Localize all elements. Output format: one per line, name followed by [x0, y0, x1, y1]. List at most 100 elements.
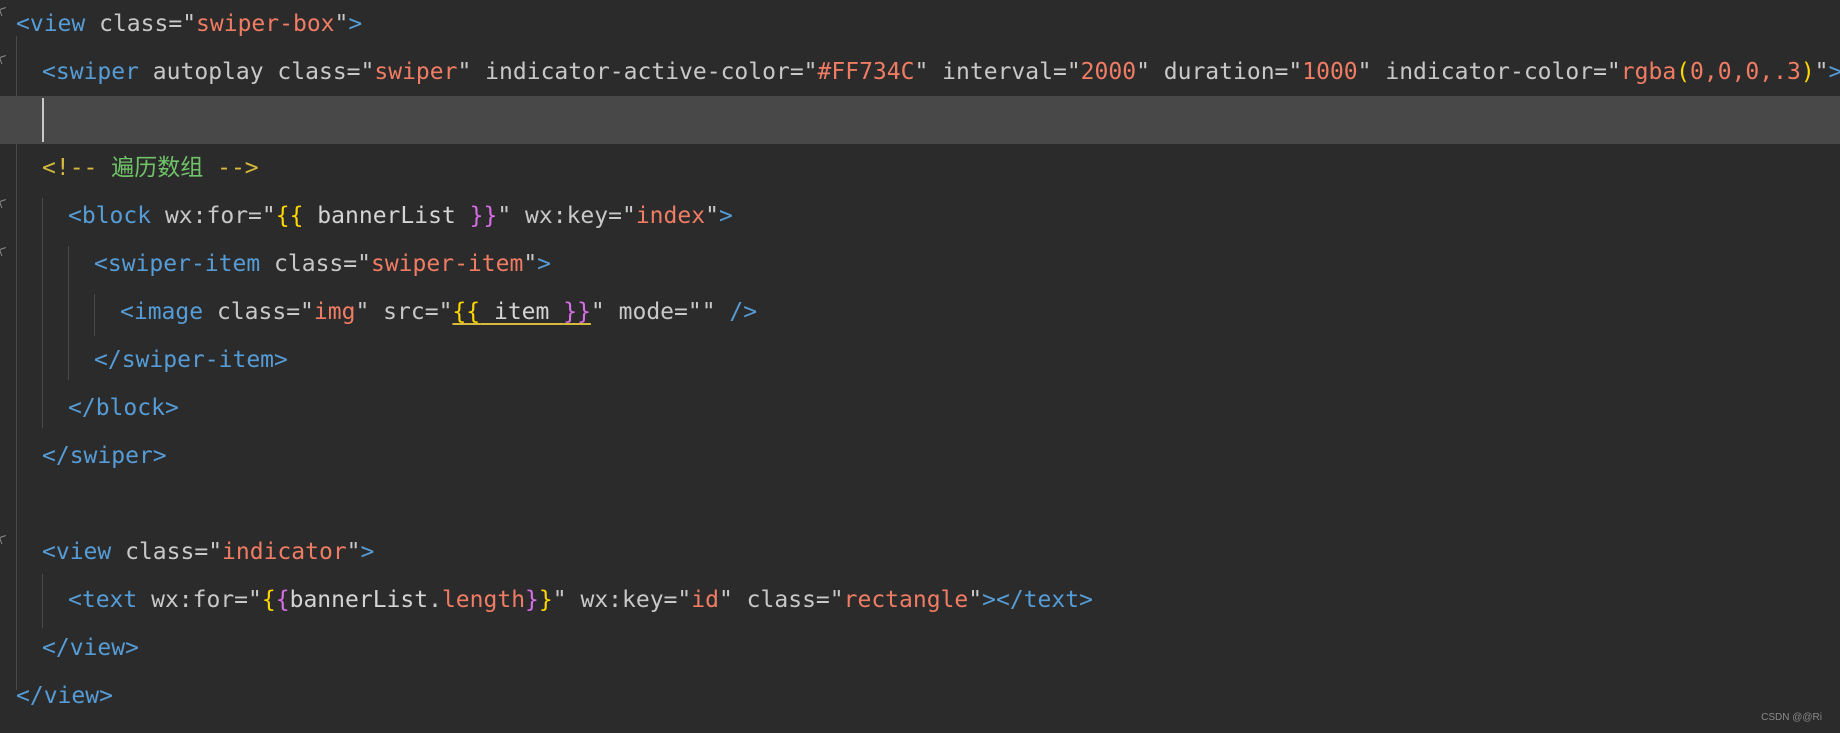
tag-bracket: >: [1079, 587, 1093, 613]
tag-bracket: <: [68, 203, 82, 229]
tag-bracket: >: [274, 347, 288, 373]
code-editor[interactable]: <view class="swiper-box"> <swiper autopl…: [0, 0, 1840, 733]
tag-name: block: [95, 395, 165, 421]
quote: ": [1136, 59, 1150, 85]
attr-name: wx:for=: [151, 203, 262, 229]
attr-value: indicator: [222, 539, 347, 565]
property: length: [441, 587, 526, 613]
tag-name: view: [43, 683, 100, 709]
code-line[interactable]: <swiper-item class="swiper-item">: [0, 240, 1840, 288]
code-text: <!-- 遍历数组 -->: [42, 144, 259, 192]
tag-bracket: <: [120, 299, 134, 325]
attr-name: indicator-active-color=: [471, 59, 804, 85]
code-line[interactable]: </swiper-item>: [0, 336, 1840, 384]
code-text: </view>: [16, 672, 113, 720]
quote: ": [438, 299, 453, 325]
code-line[interactable]: </block>: [0, 384, 1840, 432]
quote: ": [355, 299, 370, 325]
tag-bracket: >: [125, 635, 139, 661]
attr-name: wx:key=: [566, 587, 678, 613]
comment-text: 遍历数组: [97, 155, 218, 181]
tag-bracket: />: [715, 299, 758, 325]
tag-bracket: >: [360, 539, 375, 565]
attr-value: rectangle: [843, 587, 969, 613]
code-line[interactable]: <!-- 遍历数组 -->: [0, 144, 1840, 192]
quote: ": [182, 11, 197, 37]
tag-bracket: <: [42, 539, 56, 565]
code-text: <swiper autoplay class="swiper" indicato…: [42, 48, 1840, 96]
tag-name: view: [69, 635, 126, 661]
comment-open: <!--: [42, 155, 98, 181]
tag-bracket: </: [68, 395, 96, 421]
attr-value: id: [691, 587, 719, 613]
quote: ": [497, 203, 512, 229]
code-text: <text wx:for="{{bannerList.length}}" wx:…: [68, 576, 1093, 624]
code-line[interactable]: <view class="indicator">: [0, 528, 1840, 576]
tag-name: image: [133, 299, 204, 325]
brace-open: {: [275, 587, 290, 613]
quote: ": [523, 251, 538, 277]
variable: item: [480, 299, 564, 325]
attr-name: class=: [85, 11, 183, 37]
code-text: </swiper>: [42, 432, 167, 480]
code-line[interactable]: <text wx:for="{{bannerList.length}}" wx:…: [0, 576, 1840, 624]
attr-name: wx:for=: [137, 587, 249, 613]
code-line[interactable]: </view>: [0, 624, 1840, 672]
tag-bracket: >: [718, 203, 733, 229]
quote: ": [968, 587, 983, 613]
quote: ": [1288, 59, 1303, 85]
code-line[interactable]: [0, 480, 1840, 528]
attr-name: class=: [111, 539, 209, 565]
attr-value: #FF734C: [817, 59, 915, 85]
quote: ": [718, 587, 733, 613]
code-line[interactable]: <view class="swiper-box">: [0, 0, 1840, 48]
tag-bracket: >: [1828, 59, 1840, 85]
tag-name: text: [81, 587, 138, 613]
attr-name: class=: [260, 251, 358, 277]
tag-bracket: </: [16, 683, 44, 709]
attr-name: class=: [203, 299, 301, 325]
tag-bracket: <: [68, 587, 82, 613]
tag-bracket: >: [537, 251, 552, 277]
code-line[interactable]: </view>: [0, 672, 1840, 720]
mustache-open: {{: [452, 299, 481, 325]
code-line[interactable]: <swiper autoplay class="swiper" indicato…: [0, 48, 1840, 96]
quote: ": [248, 587, 262, 613]
quote: ": [261, 203, 276, 229]
tag-bracket: </: [42, 635, 70, 661]
quote: ": [357, 251, 371, 277]
quote: ": [552, 587, 567, 613]
quote: ": [208, 539, 223, 565]
quote: ": [705, 203, 719, 229]
quote: ": [1066, 59, 1081, 85]
code-text: </swiper-item>: [94, 336, 288, 384]
quote: ": [621, 203, 636, 229]
empty-string: "": [687, 299, 716, 325]
code-line[interactable]: <image class="img" src="{{ item }}" mode…: [0, 288, 1840, 336]
code-line-active[interactable]: [0, 96, 1840, 144]
tag-bracket: </: [995, 587, 1024, 613]
code-line[interactable]: <block wx:for="{{ bannerList }}" wx:key=…: [0, 192, 1840, 240]
tag-name: swiper: [55, 59, 139, 85]
code-line[interactable]: </swiper>: [0, 432, 1840, 480]
mustache-close: }}: [469, 203, 498, 229]
attr-name: indicator-color=: [1371, 59, 1607, 85]
code-text: <block wx:for="{{ bannerList }}" wx:key=…: [68, 192, 733, 240]
attr-value: 0,0,0,.3: [1690, 59, 1801, 85]
attr-name: mode=: [604, 299, 688, 325]
tag-bracket: >: [99, 683, 113, 709]
attr-name: interval=: [928, 59, 1067, 85]
code-text: <image class="img" src="{{ item }}" mode…: [120, 288, 757, 336]
attr-value: swiper-item: [370, 251, 524, 277]
mustache-close: }}: [563, 299, 591, 325]
tag-bracket: >: [164, 395, 179, 421]
paren: (: [1676, 59, 1691, 85]
variable: bannerList: [303, 203, 470, 229]
tag-name: block: [81, 203, 152, 229]
attr-name: duration=: [1149, 59, 1289, 85]
attr-value: 2000: [1080, 59, 1137, 85]
attr-value: swiper: [374, 59, 458, 85]
tag-name: view: [55, 539, 112, 565]
attr-value: img: [313, 299, 356, 325]
variable: bannerList: [289, 587, 429, 613]
